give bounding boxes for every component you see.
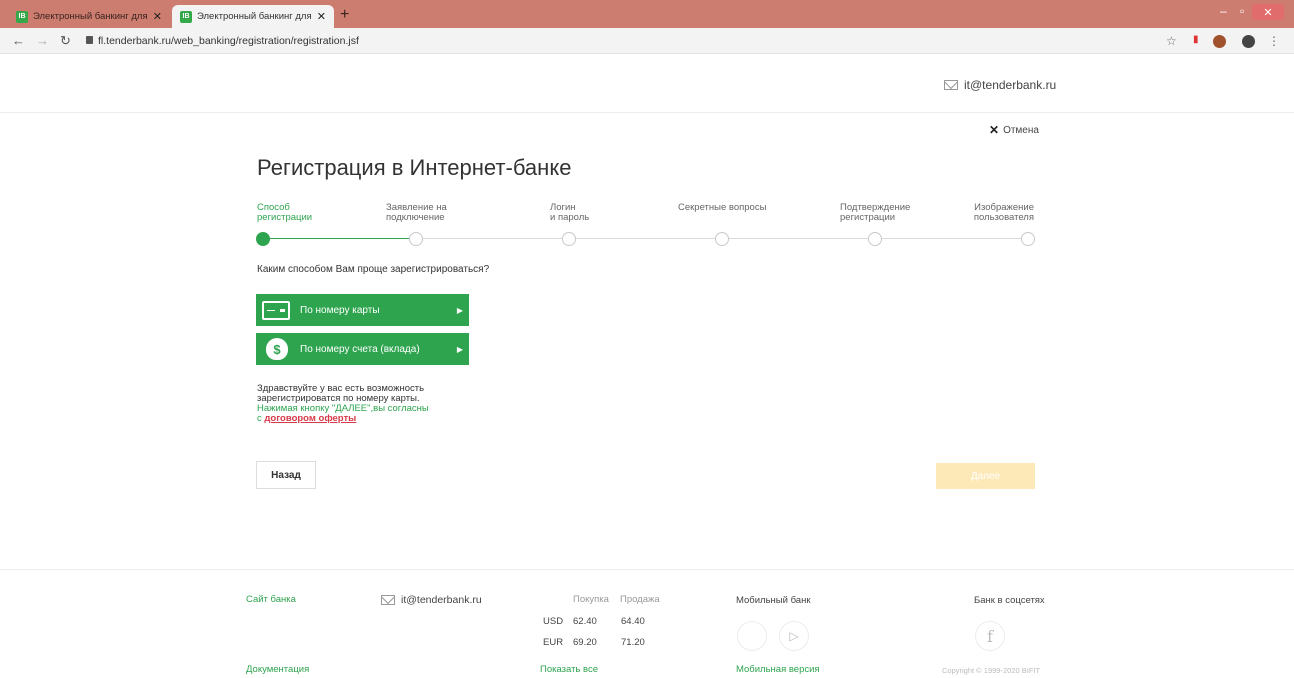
method-label: По номеру карты — [300, 304, 380, 316]
cancel-link[interactable]: ✕ Отмена — [989, 123, 1039, 137]
close-icon[interactable]: ✕ — [317, 10, 326, 23]
credit-card-icon — [262, 300, 290, 320]
rate-buy: 62.40 — [573, 616, 597, 627]
bank-favicon-icon: IB — [180, 10, 192, 23]
copyright: Copyright © 1999-2020 BIFIT — [942, 666, 1041, 675]
step-label-image: Изображение пользователя — [972, 203, 1034, 223]
url-input[interactable]: fl.tenderbank.ru/web_banking/registratio… — [98, 35, 359, 47]
arrow-right-icon: ▶ — [456, 344, 463, 354]
address-bar: ← → ↻ fl.tenderbank.ru/web_banking/regis… — [0, 28, 1294, 54]
menu-dots-icon[interactable]: ⋮ — [1268, 34, 1280, 48]
bank-favicon-icon: IB — [16, 10, 28, 23]
info-line: с договором оферты — [257, 414, 477, 424]
extension-icon[interactable]: ▮ — [1193, 34, 1199, 45]
step-label-confirmation: Подтверждение регистрации — [840, 203, 910, 223]
step-dot-application — [409, 232, 423, 246]
step-label-login: Логин и пароль — [550, 203, 589, 223]
register-by-card-button[interactable]: По номеру карты ▶ — [256, 294, 469, 326]
step-dot-method — [256, 232, 270, 246]
money-bag-icon: $ — [266, 338, 288, 360]
back-button[interactable]: Назад — [256, 461, 316, 489]
header-email-text: it@tenderbank.ru — [964, 78, 1057, 92]
rate-currency: USD — [543, 616, 564, 627]
step-line: Секретные вопросы — [678, 202, 767, 213]
bookmark-star-icon[interactable]: ☆ — [1166, 34, 1177, 48]
tab-title: Электронный банкинг для част — [33, 11, 149, 22]
reload-icon[interactable]: ↻ — [60, 33, 71, 49]
rates-buy-header: Покупка — [573, 594, 609, 605]
facebook-icon[interactable]: f — [975, 621, 1005, 651]
close-icon[interactable]: ✕ — [153, 10, 162, 23]
step-track-progress — [263, 238, 416, 239]
browser-tabstrip: IB Электронный банкинг для част ✕ IB Эле… — [0, 0, 1294, 28]
step-label-application: Заявление на подключение — [386, 203, 447, 223]
step-label-method: Способ регистрации — [257, 203, 312, 223]
header-email[interactable]: it@tenderbank.ru — [944, 78, 1056, 92]
window-close-icon[interactable]: ✕ — [1252, 4, 1284, 20]
footer-divider — [0, 569, 1294, 570]
mail-icon — [381, 595, 395, 605]
back-arrow-icon[interactable]: ← — [12, 33, 25, 48]
step-line: подключение — [386, 212, 445, 223]
offer-link[interactable]: договором оферты — [264, 413, 356, 424]
rate-currency: EUR — [543, 637, 564, 648]
close-icon: ✕ — [989, 123, 1000, 137]
step-line: регистрации — [257, 212, 313, 223]
step-dot-confirmation — [868, 232, 882, 246]
lock-icon — [86, 36, 93, 44]
rates-sell-header: Продажа — [620, 594, 660, 605]
extension-avatar-icon[interactable] — [1213, 35, 1226, 48]
tab-title: Электронный банкинг для част — [197, 11, 313, 22]
mobile-bank-title: Мобильный банк — [736, 595, 811, 606]
rate-sell: 64.40 — [621, 616, 645, 627]
apple-store-icon[interactable] — [737, 621, 767, 651]
mail-icon — [944, 80, 958, 90]
step-line: пользователя — [973, 212, 1034, 223]
step-dot-questions — [715, 232, 729, 246]
step-dot-login — [562, 232, 576, 246]
browser-tab-2[interactable]: IB Электронный банкинг для част ✕ — [172, 5, 334, 28]
step-dot-image — [1021, 232, 1035, 246]
page-title: Регистрация в Интернет-банке — [257, 155, 572, 180]
social-title: Банк в соцсетях — [974, 595, 1045, 606]
header-divider — [0, 112, 1294, 113]
google-play-icon[interactable]: ▷ — [779, 621, 809, 651]
rate-sell: 71.20 — [621, 637, 645, 648]
footer-email-text: it@tenderbank.ru — [401, 594, 482, 606]
browser-tab-1[interactable]: IB Электронный банкинг для част ✕ — [8, 5, 170, 28]
mobile-version-link[interactable]: Мобильная версия — [736, 664, 820, 675]
maximize-icon[interactable]: ▫ — [1240, 4, 1244, 18]
method-label: По номеру счета (вклада) — [300, 343, 420, 355]
rate-buy: 69.20 — [573, 637, 597, 648]
step-line: регистрации — [840, 212, 896, 223]
cancel-label: Отмена — [1003, 124, 1039, 136]
profile-icon[interactable] — [1242, 35, 1255, 48]
rates-show-all-link[interactable]: Показать все — [540, 664, 598, 675]
step-line: и пароль — [550, 212, 590, 223]
next-button[interactable]: Далее — [936, 463, 1035, 489]
register-by-account-button[interactable]: $ По номеру счета (вклада) ▶ — [256, 333, 469, 365]
registration-info: Здравствуйте у вас есть возможность заре… — [257, 384, 477, 424]
footer-site-link[interactable]: Сайт банка — [246, 594, 296, 605]
registration-question: Каким способом Вам проще зарегистрироват… — [257, 264, 490, 275]
arrow-right-icon: ▶ — [456, 305, 463, 315]
footer-email[interactable]: it@tenderbank.ru — [381, 594, 482, 606]
new-tab-icon[interactable]: + — [340, 6, 349, 24]
forward-arrow-icon[interactable]: → — [36, 33, 49, 48]
minimize-icon[interactable]: – — [1220, 4, 1227, 18]
step-label-questions: Секретные вопросы — [678, 203, 766, 213]
footer-docs-link[interactable]: Документация — [246, 664, 309, 675]
